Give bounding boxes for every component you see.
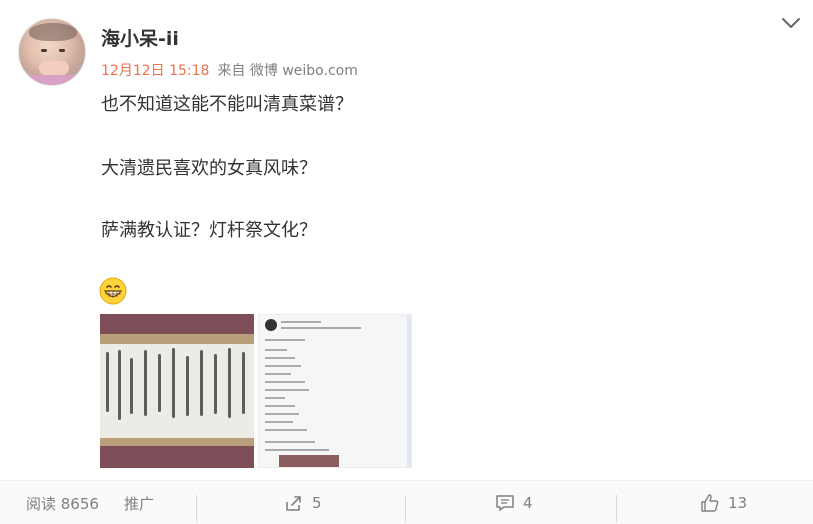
text-line bbox=[265, 365, 301, 367]
post-meta: 12月12日 15:18 来自 微博 weibo.com bbox=[101, 60, 358, 80]
avatar-hands bbox=[39, 61, 69, 75]
chevron-down-icon[interactable] bbox=[780, 12, 802, 34]
ink-stroke bbox=[186, 356, 189, 416]
thumbs-up-icon bbox=[701, 494, 719, 512]
avatar-eye-right bbox=[59, 49, 65, 52]
screenshot-photo-strip bbox=[279, 455, 339, 467]
ink-stroke bbox=[158, 354, 161, 412]
read-count: 阅读 8656 bbox=[26, 494, 99, 513]
text-line bbox=[265, 405, 295, 407]
text-line bbox=[265, 449, 329, 451]
comment-button[interactable]: 4 bbox=[495, 481, 533, 524]
text-line bbox=[281, 327, 361, 329]
ink-stroke bbox=[144, 350, 147, 416]
text-line bbox=[265, 421, 293, 423]
text-line bbox=[265, 441, 315, 443]
avatar-eye-left bbox=[41, 49, 47, 52]
ink-stroke bbox=[118, 350, 121, 420]
divider bbox=[405, 495, 406, 523]
avatar[interactable] bbox=[18, 18, 86, 86]
scroll-frame-bottom bbox=[100, 438, 254, 446]
post-date[interactable]: 12月12日 15:18 bbox=[101, 63, 209, 79]
avatar-hair bbox=[29, 23, 77, 41]
post-source[interactable]: 来自 微博 weibo.com bbox=[217, 63, 357, 79]
text-line bbox=[265, 397, 285, 399]
weibo-post-card: 海小呆-ii 12月12日 15:18 来自 微博 weibo.com 也不知道这… bbox=[0, 0, 813, 524]
like-count: 13 bbox=[728, 494, 748, 512]
screenshot-avatar bbox=[265, 319, 277, 331]
scroll-paper bbox=[100, 344, 254, 438]
text-line bbox=[265, 339, 305, 341]
ink-stroke bbox=[228, 348, 231, 418]
text-line bbox=[265, 381, 305, 383]
ink-stroke bbox=[130, 358, 133, 414]
text-line bbox=[281, 321, 321, 323]
comment-count: 4 bbox=[523, 494, 533, 512]
ink-stroke bbox=[106, 352, 109, 412]
post-text-line-1: 也不知道这能不能叫清真菜谱？ bbox=[101, 94, 353, 115]
post-text-line-2: 大清遗民喜欢的女真风味？ bbox=[101, 158, 317, 179]
text-line bbox=[265, 429, 307, 431]
image-thumbnail-calligraphy[interactable] bbox=[100, 314, 254, 468]
share-arrow-icon bbox=[286, 496, 301, 511]
grinning-face-icon bbox=[99, 277, 127, 305]
text-line bbox=[265, 357, 295, 359]
ink-stroke bbox=[172, 348, 175, 418]
ink-stroke bbox=[242, 352, 245, 414]
image-thumbnail-screenshot[interactable] bbox=[258, 314, 412, 468]
like-button[interactable]: 13 bbox=[700, 481, 747, 524]
divider bbox=[616, 495, 617, 523]
ink-stroke bbox=[214, 354, 217, 414]
text-line bbox=[265, 389, 309, 391]
avatar-shirt bbox=[19, 75, 85, 85]
promote-link[interactable]: 推广 bbox=[124, 481, 154, 524]
author-name[interactable]: 海小呆-ii bbox=[101, 24, 179, 51]
repost-button[interactable]: 5 bbox=[284, 481, 322, 524]
scroll-frame-top bbox=[100, 334, 254, 344]
post-footer: 阅读 8656 推广 5 4 13 bbox=[0, 480, 813, 524]
post-text-line-3: 萨满教认证？灯杆祭文化？ bbox=[101, 220, 317, 241]
text-line bbox=[265, 349, 287, 351]
comment-icon bbox=[496, 495, 514, 511]
screenshot-scrollbar bbox=[407, 315, 411, 467]
repost-count: 5 bbox=[312, 494, 322, 512]
ink-stroke bbox=[200, 350, 203, 416]
text-line bbox=[265, 413, 299, 415]
text-line bbox=[265, 373, 291, 375]
divider bbox=[196, 495, 197, 523]
